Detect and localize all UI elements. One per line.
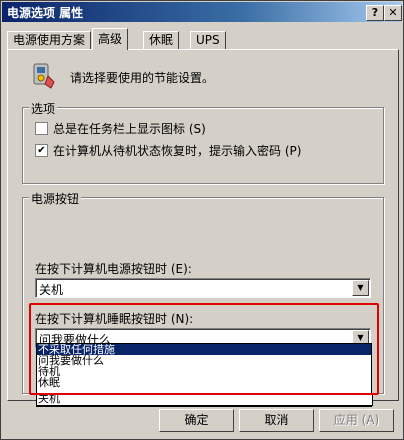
close-button[interactable]: ✕ (384, 5, 402, 21)
apply-button[interactable]: 应用 (A) (319, 409, 394, 432)
power-settings-icon (28, 62, 56, 90)
prompt-password-checkbox[interactable]: ✔ (35, 144, 48, 157)
options-group: 选项 总是在任务栏上显示图标 (S) ✔ 在计算机从待机状态恢复时，提示输入密码… (22, 100, 384, 184)
title-bar[interactable]: 电源选项 属性 ? ✕ (2, 2, 402, 22)
power-button-select[interactable]: 关机 ▼ (35, 278, 371, 298)
tab-advanced[interactable]: 高级 (92, 28, 129, 50)
tab-hibernate[interactable]: 休眠 (143, 31, 180, 49)
prompt-password-label[interactable]: 在计算机从待机状态恢复时，提示输入密码 (P) (53, 142, 301, 159)
options-legend: 选项 (29, 100, 58, 117)
intro-text: 请选择要使用的节能设置。 (70, 71, 215, 85)
highlight-box (29, 303, 379, 395)
cancel-button[interactable]: 取消 (239, 409, 314, 432)
tab-power-schemes[interactable]: 电源使用方案 (7, 31, 92, 49)
power-button-value: 关机 (39, 283, 64, 297)
help-button[interactable]: ? (366, 5, 384, 21)
ok-button[interactable]: 确定 (159, 409, 234, 432)
show-icon-checkbox[interactable] (35, 122, 48, 135)
tab-ups[interactable]: UPS (190, 31, 226, 49)
show-icon-label[interactable]: 总是在任务栏上显示图标 (S) (53, 120, 206, 137)
window-title: 电源选项 属性 (7, 6, 84, 20)
power-buttons-legend: 电源按钮 (29, 190, 82, 207)
chevron-down-icon[interactable]: ▼ (352, 280, 369, 296)
power-options-dialog: 电源选项 属性 ? ✕ 电源使用方案 高级 休眠 UPS 请选择要使用的节能设置… (0, 0, 404, 440)
power-button-label: 在按下计算机电源按钮时 (E): (35, 262, 192, 276)
